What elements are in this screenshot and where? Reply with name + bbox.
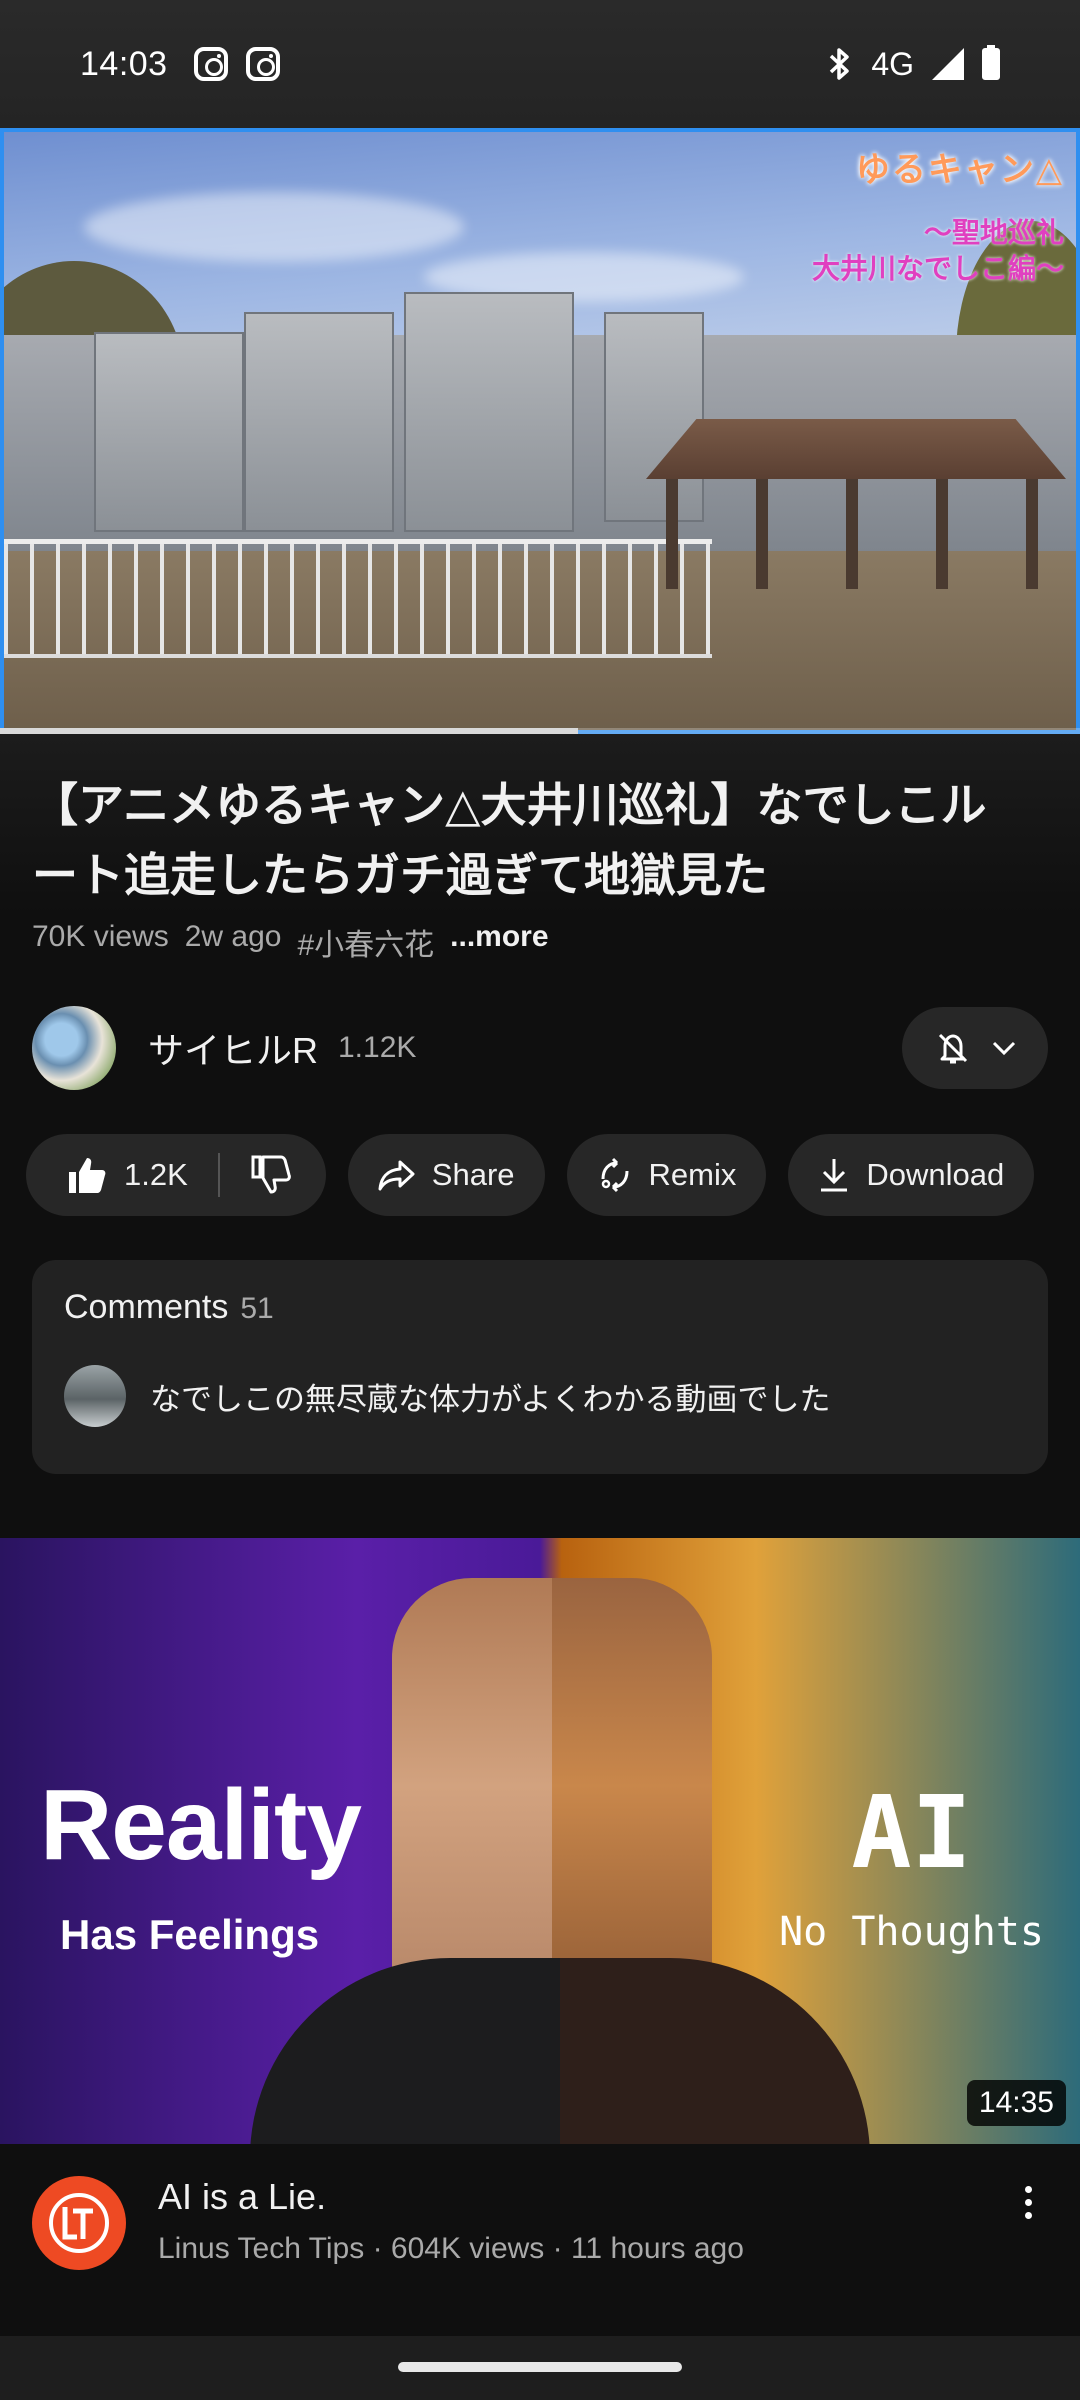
commenter-avatar <box>64 1365 126 1427</box>
next-video-title[interactable]: AI is a Lie. <box>158 2176 744 2218</box>
video-metadata[interactable]: 70K views 2w ago #小春六花 ...more <box>32 920 549 964</box>
ltt-logo-icon <box>49 2193 109 2253</box>
status-time: 14:03 <box>80 44 168 83</box>
like-dislike-group: 1.2K <box>26 1134 326 1216</box>
next-video-info[interactable]: AI is a Lie. Linus Tech Tips · 604K view… <box>32 2176 1048 2270</box>
instagram-icon <box>193 47 228 81</box>
status-bar: 14:03 4G <box>0 0 1080 128</box>
comments-preview[interactable]: Comments 51 なでしこの無尽蔵な体力がよくわかる動画でした <box>32 1260 1048 1474</box>
bluetooth-icon <box>830 48 850 80</box>
action-bar: 1.2K Share Remix Download <box>26 1134 1035 1216</box>
share-icon <box>378 1160 415 1191</box>
download-label: Download <box>866 1157 1005 1192</box>
system-status-icons: 4G <box>827 45 1000 83</box>
instagram-icon <box>245 47 280 81</box>
next-video-thumbnail[interactable]: Reality Has Feelings AI No Thoughts 14:3… <box>0 1538 1080 2144</box>
home-gesture-bar[interactable] <box>398 2362 682 2372</box>
thumbnail-left-text: Reality Has Feelings <box>40 1769 362 1958</box>
subscriber-count: 1.12K <box>338 1031 417 1064</box>
comments-heading: Comments <box>64 1288 229 1326</box>
comments-count: 51 <box>240 1292 274 1325</box>
view-count: 70K views <box>32 920 169 953</box>
channel-name[interactable]: サイヒルR <box>148 1022 318 1074</box>
video-player[interactable]: ゆるキャン△ 〜聖地巡礼 大井川なでしこ編〜 <box>0 128 1080 734</box>
video-title[interactable]: 【アニメゆるキャン△大井川巡礼】なでしこルート追走したらガチ過ぎて地獄見た <box>32 770 1032 910</box>
chevron-down-icon <box>992 1041 1016 1056</box>
top-comment: なでしこの無尽蔵な体力がよくわかる動画でした <box>64 1365 1016 1427</box>
remix-button[interactable]: Remix <box>566 1134 767 1216</box>
channel-avatar[interactable] <box>32 1006 116 1090</box>
signal-icon <box>932 48 964 80</box>
channel-row: サイヒルR 1.12K <box>32 1006 1048 1090</box>
comment-text: なでしこの無尽蔵な体力がよくわかる動画でした <box>150 1381 831 1417</box>
more-link[interactable]: ...more <box>450 920 548 964</box>
video-frame: ゆるキャン△ 〜聖地巡礼 大井川なでしこ編〜 <box>4 132 1076 730</box>
thumbnail-right-text: AI No Thoughts <box>779 1774 1044 1955</box>
next-video-meta: Linus Tech Tips · 604K views · 11 hours … <box>158 2232 744 2265</box>
remix-icon <box>601 1157 629 1193</box>
notification-icons <box>193 47 280 81</box>
anime-title-overlay: ゆるキャン△ 〜聖地巡礼 大井川なでしこ編〜 <box>811 151 1064 284</box>
ltt-channel-avatar[interactable] <box>32 2176 126 2270</box>
upload-age: 2w ago <box>184 920 282 953</box>
share-label: Share <box>431 1157 515 1192</box>
share-button[interactable]: Share <box>347 1134 545 1216</box>
bell-off-icon <box>938 1033 968 1064</box>
download-button[interactable]: Download <box>788 1134 1035 1216</box>
remix-label: Remix <box>648 1157 737 1192</box>
video-duration-badge: 14:35 <box>966 2080 1066 2126</box>
like-count[interactable]: 1.2K <box>124 1157 188 1193</box>
hashtag-link[interactable]: #小春六花 <box>297 920 434 964</box>
battery-icon <box>982 45 1000 80</box>
comments-header: Comments 51 <box>64 1288 1016 1327</box>
like-divider <box>217 1153 220 1197</box>
thumbs-up-icon[interactable] <box>66 1155 108 1195</box>
download-icon <box>821 1159 848 1192</box>
network-type: 4G <box>871 45 914 82</box>
thumbs-down-icon[interactable] <box>250 1155 292 1195</box>
more-options-icon[interactable] <box>1008 2176 1048 2270</box>
notification-settings-button[interactable] <box>902 1007 1048 1089</box>
